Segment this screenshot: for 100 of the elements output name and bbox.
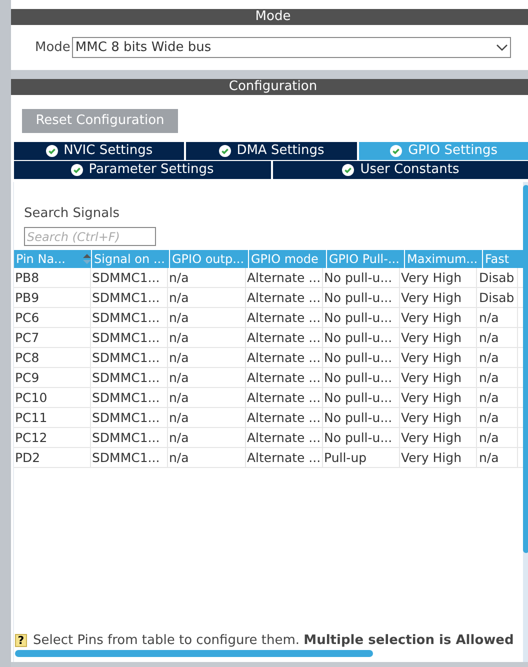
mode-dropdown[interactable]: MMC 8 bits Wide bus <box>72 37 511 58</box>
column-header[interactable]: GPIO Pull-... <box>327 250 404 268</box>
table-cell: Disab <box>478 288 518 308</box>
table-cell: n/a <box>478 348 518 368</box>
table-cell: PD2 <box>14 448 91 468</box>
table-cell: Very High <box>400 368 477 388</box>
table-cell: SDMMC1... <box>91 448 168 468</box>
vertical-scrollbar[interactable] <box>523 184 528 553</box>
table-cell: Alternate ... <box>246 388 323 408</box>
table-cell: SDMMC1... <box>91 388 168 408</box>
table-cell: Alternate ... <box>246 308 323 328</box>
table-cell: SDMMC1... <box>91 268 168 288</box>
table-cell: Alternate ... <box>246 448 323 468</box>
chevron-down-icon <box>496 44 508 52</box>
table-cell: PB8 <box>14 268 91 288</box>
section-header: Configuration <box>11 79 528 95</box>
table-cell: PB9 <box>14 288 91 308</box>
table-cell: Alternate ... <box>246 408 323 428</box>
table-cell: n/a <box>478 408 518 428</box>
table-cell: SDMMC1... <box>91 288 168 308</box>
check-circle-icon <box>342 164 354 176</box>
table-cell: SDMMC1... <box>91 428 168 448</box>
column-header[interactable]: Signal on ... <box>92 250 169 268</box>
column-header[interactable]: GPIO mode <box>249 250 326 268</box>
sort-icon <box>83 254 91 264</box>
table-cell: PC8 <box>14 348 91 368</box>
settings-tab[interactable]: Parameter Settings <box>14 160 270 179</box>
table-cell: n/a <box>168 368 246 388</box>
table-cell: n/a <box>168 408 246 428</box>
table-cell: No pull-u... <box>323 368 400 388</box>
table-cell: n/a <box>168 448 246 468</box>
field-label: Mode <box>35 38 70 57</box>
column-header[interactable]: Maximum... <box>405 250 482 268</box>
search-label: Search Signals <box>24 204 121 223</box>
table-cell: n/a <box>168 288 246 308</box>
settings-tab[interactable]: DMA Settings <box>186 142 357 160</box>
table-cell: PC10 <box>14 388 91 408</box>
table-cell: n/a <box>168 268 246 288</box>
table-cell: Alternate ... <box>246 268 323 288</box>
table-cell: n/a <box>478 388 518 408</box>
table-cell: No pull-u... <box>323 408 400 428</box>
table-cell: n/a <box>168 388 246 408</box>
table-cell: Very High <box>400 288 477 308</box>
table-cell: n/a <box>168 428 246 448</box>
table-cell: Disab <box>478 268 518 288</box>
table-cell: Alternate ... <box>246 348 323 368</box>
table-cell: PC9 <box>14 368 91 388</box>
check-circle-icon <box>390 144 402 157</box>
table-cell: PC6 <box>14 308 91 328</box>
table-cell: Very High <box>400 388 477 408</box>
reset-configuration-button[interactable]: Reset Configuration <box>22 108 178 133</box>
table-cell: Very High <box>400 408 477 428</box>
table-cell: No pull-u... <box>323 308 400 328</box>
table-cell: Pull-up <box>323 448 400 468</box>
table-cell: Alternate ... <box>246 288 323 308</box>
table-cell: No pull-u... <box>323 428 400 448</box>
table-cell: SDMMC1... <box>91 328 168 348</box>
table-cell: PC11 <box>14 408 91 428</box>
table-cell: n/a <box>478 328 518 348</box>
column-header[interactable]: Fast <box>483 250 523 268</box>
table-cell: Alternate ... <box>246 368 323 388</box>
table-cell: Very High <box>400 328 477 348</box>
section-header: Mode <box>11 9 528 25</box>
check-circle-icon <box>46 144 58 157</box>
table-cell: No pull-u... <box>323 348 400 368</box>
table-cell: SDMMC1... <box>91 348 168 368</box>
settings-tab[interactable]: User Constants <box>272 160 528 179</box>
table-cell: n/a <box>168 308 246 328</box>
table-cell: n/a <box>478 448 518 468</box>
table-cell: n/a <box>168 348 246 368</box>
table-cell: No pull-u... <box>323 388 400 408</box>
table-cell: n/a <box>478 428 518 448</box>
horizontal-scrollbar[interactable] <box>15 650 373 657</box>
table-cell: n/a <box>168 328 246 348</box>
table-cell: Very High <box>400 308 477 328</box>
table-cell: n/a <box>478 308 518 328</box>
column-header[interactable]: GPIO outp... <box>170 250 248 268</box>
table-cell: n/a <box>478 368 518 388</box>
table-cell: Very High <box>400 268 477 288</box>
search-field[interactable]: Search (Ctrl+F) <box>24 227 156 246</box>
table-cell: PC7 <box>14 328 91 348</box>
settings-tab[interactable]: NVIC Settings <box>14 142 184 160</box>
table-cell: SDMMC1... <box>91 308 168 328</box>
settings-tab[interactable]: GPIO Settings <box>358 142 528 160</box>
table-cell: No pull-u... <box>323 288 400 308</box>
table-cell: No pull-u... <box>323 328 400 348</box>
table-cell: Very High <box>400 348 477 368</box>
check-circle-icon <box>218 144 231 157</box>
table-cell: Very High <box>400 448 477 468</box>
table-cell: Alternate ... <box>246 428 323 448</box>
table-cell: PC12 <box>14 428 91 448</box>
check-circle-icon <box>70 164 83 176</box>
help-icon: ? <box>15 634 27 647</box>
table-cell: Very High <box>400 428 477 448</box>
footer-hint: Select Pins from table to configure them. Multiple selection is Allowed <box>33 632 514 650</box>
table-cell: SDMMC1... <box>91 368 168 388</box>
table-cell: No pull-u... <box>323 268 400 288</box>
table-cell: SDMMC1... <box>91 408 168 428</box>
column-header[interactable]: Pin Na... <box>14 250 91 268</box>
table-cell: Alternate ... <box>246 328 323 348</box>
